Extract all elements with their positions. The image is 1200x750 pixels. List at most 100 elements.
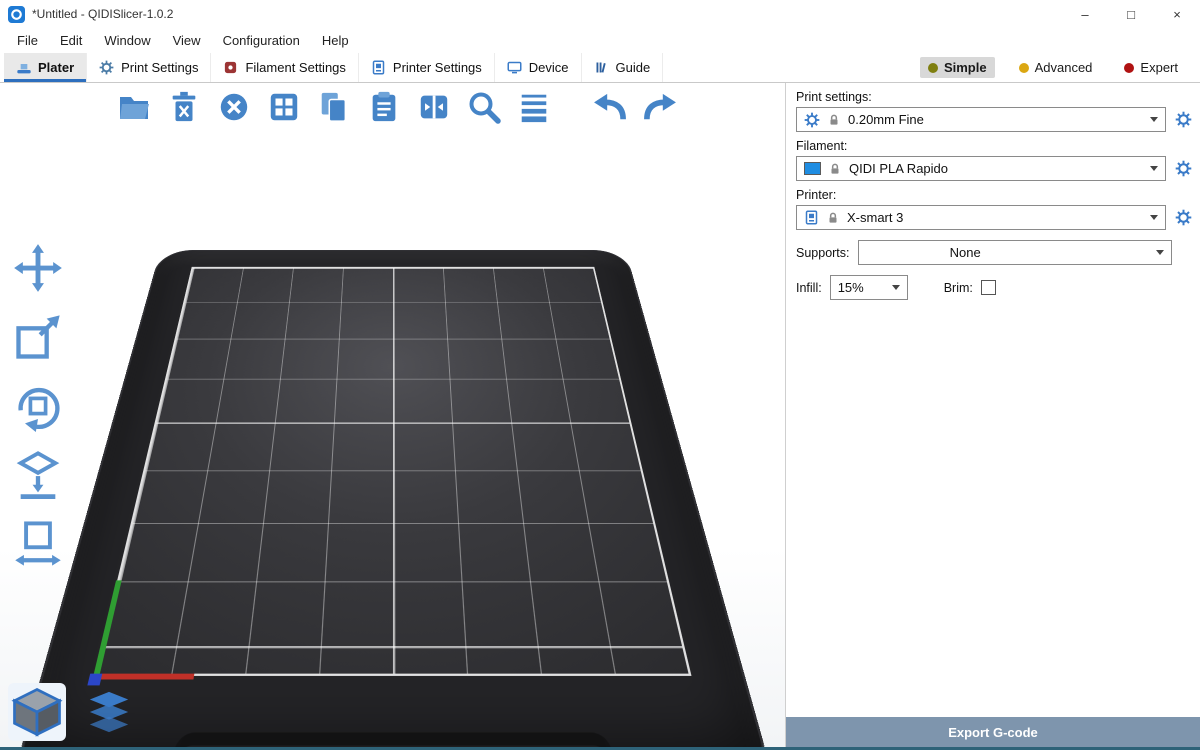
delete-button[interactable] (164, 87, 204, 127)
advanced-mode-icon (1019, 63, 1029, 73)
tab-label: Printer Settings (393, 60, 482, 75)
expert-mode-icon (1124, 63, 1134, 73)
copy-button[interactable] (314, 87, 354, 127)
open-button[interactable] (114, 87, 154, 127)
rotate-button[interactable] (6, 377, 70, 435)
mode-label: Advanced (1035, 60, 1093, 75)
delete-all-button[interactable] (214, 87, 254, 127)
editor-view-button[interactable] (8, 683, 66, 741)
chevron-down-icon (892, 285, 900, 290)
close-button[interactable]: × (1154, 0, 1200, 28)
scale-icon (12, 311, 64, 363)
axis-x-indicator (94, 674, 195, 680)
print-settings-value: 0.20mm Fine (848, 112, 924, 127)
mode-simple[interactable]: Simple (920, 57, 995, 78)
tab-printer-settings[interactable]: Printer Settings (359, 53, 495, 82)
plater-icon (16, 60, 32, 76)
bed-plate (94, 267, 691, 676)
menu-help[interactable]: Help (313, 30, 358, 51)
undo-button[interactable] (590, 87, 630, 127)
arrange-button[interactable] (264, 87, 304, 127)
redo-button[interactable] (640, 87, 680, 127)
printer-settings-icon (371, 60, 387, 76)
undo-icon (591, 92, 629, 122)
place-on-face-icon (12, 449, 64, 501)
trash-icon (167, 90, 201, 124)
mode-label: Expert (1140, 60, 1178, 75)
delete-all-icon (217, 90, 251, 124)
print-settings-gear-button[interactable] (1172, 109, 1194, 131)
copy-icon (317, 90, 351, 124)
lock-icon (827, 113, 841, 127)
supports-label: Supports: (796, 246, 850, 260)
view-switcher (8, 683, 138, 741)
print-bed[interactable] (103, 135, 683, 747)
filament-color-swatch (804, 162, 821, 175)
print-bed-3d (8, 250, 778, 747)
export-gcode-button[interactable]: Export G-code (786, 717, 1200, 747)
place-on-face-button[interactable] (6, 446, 70, 504)
search-button[interactable] (464, 87, 504, 127)
printer-combo[interactable]: X-smart 3 (796, 205, 1166, 230)
tab-guide[interactable]: Guide (582, 53, 664, 82)
preview-view-button[interactable] (80, 683, 138, 741)
supports-combo[interactable]: None (858, 240, 1172, 265)
guide-icon (594, 60, 610, 76)
window-controls: – □ × (1062, 0, 1200, 28)
tab-print-settings[interactable]: Print Settings (87, 53, 211, 82)
chevron-down-icon (1150, 215, 1158, 220)
app-logo-icon (8, 6, 25, 23)
lock-icon (828, 162, 842, 176)
infill-label: Infill: (796, 281, 822, 295)
scale-button[interactable] (6, 308, 70, 366)
simple-mode-icon (928, 63, 938, 73)
tab-label: Plater (38, 60, 74, 75)
mode-label: Simple (944, 60, 987, 75)
paste-button[interactable] (364, 87, 404, 127)
chevron-down-icon (1150, 166, 1158, 171)
bed-handle (161, 732, 625, 747)
arrange-icon (267, 90, 301, 124)
printer-gear-button[interactable] (1172, 207, 1194, 229)
infill-combo[interactable]: 15% (830, 275, 908, 300)
print-settings-icon (99, 60, 115, 76)
tab-device[interactable]: Device (495, 53, 582, 82)
maximize-button[interactable]: □ (1108, 0, 1154, 28)
infill-value: 15% (838, 280, 864, 295)
supports-value: None (950, 245, 981, 260)
layer-height-button[interactable] (514, 87, 554, 127)
tab-label: Guide (616, 60, 651, 75)
move-icon (12, 242, 64, 294)
menu-file[interactable]: File (8, 30, 47, 51)
minimize-button[interactable]: – (1062, 0, 1108, 28)
brim-checkbox[interactable] (981, 280, 996, 295)
menu-configuration[interactable]: Configuration (214, 30, 309, 51)
bed-grid (97, 268, 688, 674)
tab-filament-settings[interactable]: Filament Settings (211, 53, 358, 82)
menu-view[interactable]: View (164, 30, 210, 51)
right-panel: Print settings: (786, 83, 1200, 747)
tab-plater[interactable]: Plater (4, 53, 87, 82)
tab-label: Print Settings (121, 60, 198, 75)
tab-label: Filament Settings (245, 60, 345, 75)
mode-expert[interactable]: Expert (1116, 57, 1186, 78)
3d-viewport[interactable] (0, 83, 786, 747)
measure-button[interactable] (6, 515, 70, 573)
device-icon (507, 60, 523, 76)
move-button[interactable] (6, 239, 70, 297)
layers-icon (86, 689, 132, 735)
tabbar: Plater Print Settings (0, 53, 1200, 83)
gear-icon (804, 112, 820, 128)
filament-value: QIDI PLA Rapido (849, 161, 948, 176)
print-settings-combo[interactable]: 0.20mm Fine (796, 107, 1166, 132)
mode-advanced[interactable]: Advanced (1011, 57, 1101, 78)
chevron-down-icon (1156, 250, 1164, 255)
paste-icon (367, 90, 401, 124)
menu-edit[interactable]: Edit (51, 30, 91, 51)
menu-window[interactable]: Window (95, 30, 159, 51)
filament-combo[interactable]: QIDI PLA Rapido (796, 156, 1166, 181)
printer-value: X-smart 3 (847, 210, 903, 225)
brim-label: Brim: (944, 281, 973, 295)
split-button[interactable] (414, 87, 454, 127)
filament-gear-button[interactable] (1172, 158, 1194, 180)
